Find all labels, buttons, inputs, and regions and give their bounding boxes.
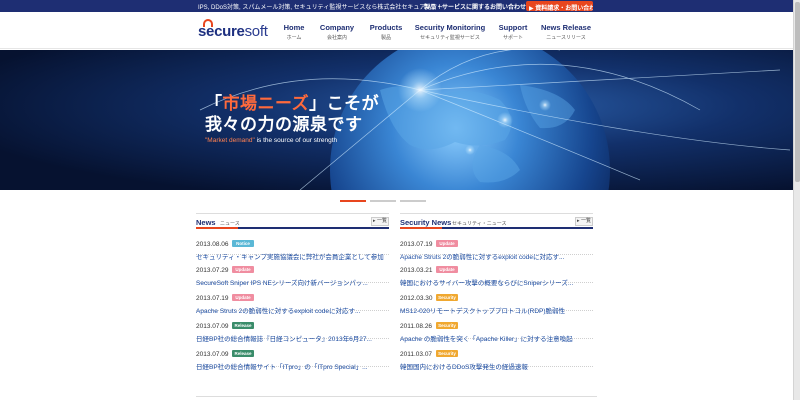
- news-item[interactable]: 2013.07.29 Update SecureSoft Sniper IPS …: [196, 255, 389, 287]
- nav-products[interactable]: Products 製品: [368, 23, 404, 41]
- release-badge: Release: [232, 322, 254, 329]
- security-badge: Security: [436, 294, 458, 301]
- nav-home[interactable]: Home ホーム: [279, 23, 309, 41]
- slide-indicator-2[interactable]: [370, 200, 396, 202]
- security-news-item[interactable]: 2012.03.30 Security MS12-020リモートデスクトッププロ…: [400, 283, 593, 315]
- nav-news-release[interactable]: News Release ニュースリリース: [540, 23, 592, 41]
- page: IPS, DDoS対策, スパムメール対策, セキュリティ監視サービスなら株式会…: [0, 0, 793, 400]
- news-section: News ニュース ▸ 一覧 2013.08.06 Notice セキュリティ・…: [196, 213, 389, 371]
- divider: [196, 396, 597, 397]
- slide-indicator-1[interactable]: [340, 200, 366, 202]
- news-item[interactable]: 2013.08.06 Notice セキュリティ・キャンプ実施協議会に弊社が会員…: [196, 229, 389, 261]
- site-tagline: IPS, DDoS対策, スパムメール対策, セキュリティ監視サービスなら株式会…: [198, 5, 444, 11]
- security-news-item-link[interactable]: 韓国国内におけるDDoS攻撃発生の経過速報: [400, 361, 593, 371]
- update-badge: Update: [436, 266, 458, 273]
- release-badge: Release: [232, 350, 254, 357]
- security-news-header: Security News セキュリティ・ニュース ▸ 一覧: [400, 213, 593, 229]
- security-news-title: Security News: [400, 218, 452, 227]
- update-badge: Update: [232, 266, 254, 273]
- hero-subtitle: "Market demand" is the source of our str…: [205, 137, 338, 144]
- hero-banner[interactable]: 「市場ニーズ」こそが 我々の力の源泉です "Market demand" is …: [0, 50, 793, 190]
- security-news-list-button[interactable]: ▸ 一覧: [575, 217, 593, 226]
- news-title: News: [196, 218, 216, 227]
- security-news-item[interactable]: 2013.07.19 Update Apache Struts 2の脆弱性に対す…: [400, 229, 593, 261]
- news-header: News ニュース ▸ 一覧: [196, 213, 389, 229]
- vertical-scrollbar[interactable]: [793, 0, 800, 400]
- hero-headline-line2: 我々の力の源泉です: [205, 115, 363, 134]
- news-item-link[interactable]: 日経BP社の総合情報サイト「ITpro」の「ITpro Special」...: [196, 361, 389, 371]
- news-item[interactable]: 2013.07.09 Release 日経BP社の総合情報誌『日経コンピュータ』…: [196, 311, 389, 343]
- request-info-button[interactable]: ▶ 資料請求・お問い合わせ: [526, 1, 593, 11]
- main-nav: Home ホーム Company 会社案内 Products 製品 Securi…: [0, 12, 793, 49]
- security-badge: Security: [436, 322, 458, 329]
- security-news-section: Security News セキュリティ・ニュース ▸ 一覧 2013.07.1…: [400, 213, 593, 371]
- news-list-button[interactable]: ▸ 一覧: [371, 217, 389, 226]
- news-item[interactable]: 2013.07.09 Release 日経BP社の総合情報サイト「ITpro」の…: [196, 339, 389, 371]
- nav-support[interactable]: Support サポート: [496, 23, 530, 41]
- update-badge: Update: [436, 240, 458, 247]
- security-news-item[interactable]: 2011.03.07 Security 韓国国内におけるDDoS攻撃発生の経過速…: [400, 339, 593, 371]
- top-bar: IPS, DDoS対策, スパムメール対策, セキュリティ監視サービスなら株式会…: [0, 0, 793, 12]
- security-news-title-jp: セキュリティ・ニュース: [452, 221, 507, 227]
- globe-background-image: [0, 50, 793, 190]
- security-news-item[interactable]: 2011.08.26 Security Apache の脆弱性を突く「Apach…: [400, 311, 593, 343]
- notice-badge: Notice: [232, 240, 254, 247]
- update-badge: Update: [232, 294, 254, 301]
- news-title-jp: ニュース: [220, 221, 240, 227]
- news-item[interactable]: 2013.07.19 Update Apache Struts 2の脆弱性に対す…: [196, 283, 389, 315]
- scrollbar-thumb[interactable]: [795, 2, 800, 182]
- security-badge: Security: [436, 350, 458, 357]
- nav-company[interactable]: Company 会社案内: [318, 23, 356, 41]
- slide-indicator-3[interactable]: [400, 200, 426, 202]
- security-news-item[interactable]: 2013.03.21 Update 韓国におけるサイバー攻撃の概要ならびにSni…: [400, 255, 593, 287]
- nav-security-monitoring[interactable]: Security Monitoring セキュリティ監視サービス: [414, 23, 486, 41]
